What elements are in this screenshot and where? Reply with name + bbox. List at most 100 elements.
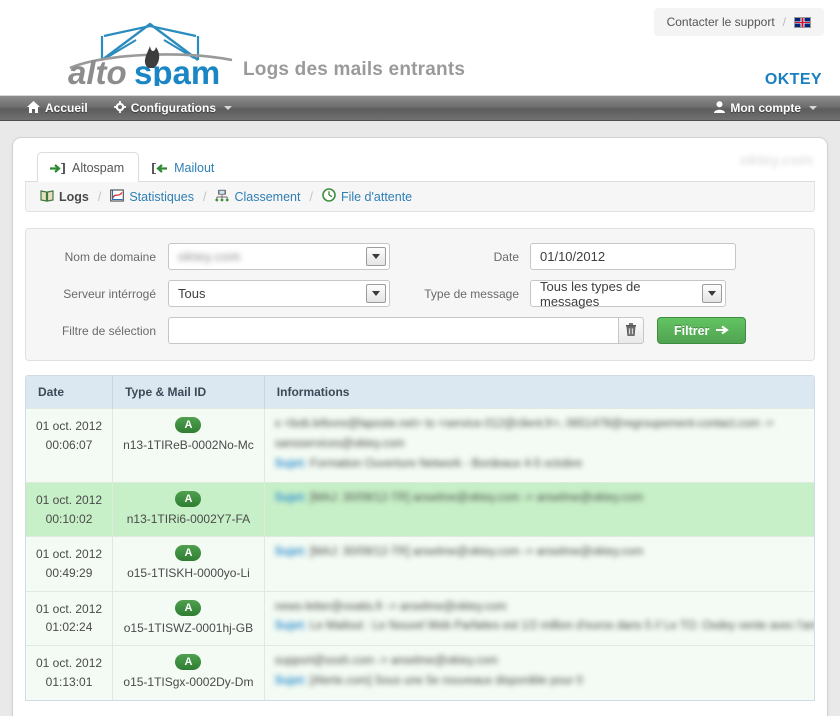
arrow-right-into-bracket-icon [50, 162, 65, 174]
date-input[interactable] [530, 243, 736, 270]
tab-label-altospam: Altospam [72, 161, 125, 175]
clock-icon [322, 188, 336, 205]
selection-filter-input[interactable] [168, 317, 618, 344]
log-date: 01 oct. 2012 [36, 547, 103, 562]
info-line: Sujet: [Alerte.com] Sous une 5e nouveaux… [274, 672, 814, 692]
nav-item-mon-compte[interactable]: Mon compte [701, 96, 830, 120]
info-line-text: [MAJ: 30/09/12-TR] anselme@oktey.com -> … [309, 546, 644, 559]
message-type-wrap: Tous les types de messages [530, 278, 726, 309]
table-row[interactable]: 01 oct. 2012 00:06:07 An13-1TIReB-0002No-M… [26, 407, 814, 483]
home-icon [27, 100, 40, 116]
column-header-informations: Informations [264, 376, 814, 409]
support-box: Contacter le support / [653, 8, 824, 36]
nav-label-accueil: Accueil [45, 101, 88, 115]
log-time: 00:10:02 [45, 511, 93, 526]
chevron-down-icon [809, 106, 817, 110]
navbar-right: Mon compte [687, 96, 830, 120]
filter-submit-button[interactable]: Filtrer [657, 317, 747, 344]
cell-date: 01 oct. 2012 00:10:02 [26, 482, 114, 537]
subnav-item-file-dattente[interactable]: File d'attente [322, 188, 412, 205]
cell-informations: x <bob.lefevre@laposte.net> to <service-… [264, 407, 814, 483]
subnav-item-statistiques[interactable]: Statistiques [110, 188, 194, 205]
message-type-value: Tous les types de messages [540, 278, 641, 309]
contact-support-link[interactable]: Contacter le support [667, 15, 775, 29]
table-row[interactable]: 01 oct. 2012 01:02:24 Ao15-1TISWZ-0001hj-G… [26, 590, 814, 646]
date-field-wrap [530, 243, 736, 270]
subnav-item-logs[interactable]: Logs [40, 189, 89, 205]
svg-text:spam: spam [134, 54, 220, 86]
info-line-text: support@sosh.com -> anselme@oktey.com [274, 655, 498, 668]
message-type-select[interactable]: Tous les types de messages [530, 278, 726, 309]
chart-icon [110, 188, 125, 205]
content-card: oktey.com Altospam Mailout Logs / Statis… [12, 137, 828, 716]
status-badge: A [175, 599, 202, 616]
mail-id: n13-1TIReB-0002No-Mc [123, 438, 254, 452]
domain-select[interactable]: oktey.com [168, 243, 390, 270]
nav-item-accueil[interactable]: Accueil [14, 96, 101, 120]
subnav-separator: / [97, 189, 102, 204]
nav-label-mon-compte: Mon compte [730, 101, 801, 115]
cell-date: 01 oct. 2012 01:13:01 [26, 645, 114, 700]
table-row[interactable]: 01 oct. 2012 00:49:29 Ao15-1TISKH-0000yo-L… [26, 536, 814, 592]
uk-flag-icon[interactable] [794, 16, 811, 28]
tab-label-mailout: Mailout [174, 161, 215, 175]
domain-select-value: oktey.com [178, 249, 241, 264]
clear-filter-button[interactable] [617, 317, 644, 344]
mail-id: o15-1TISgx-0002Dy-Dm [123, 675, 254, 690]
subnav-item-classement[interactable]: Classement [215, 189, 300, 205]
table-row[interactable]: 01 oct. 2012 00:10:02 An13-1TIRi6-0002Y7-F… [26, 482, 814, 537]
subnav-label-statistiques: Statistiques [129, 189, 194, 204]
ranking-icon [215, 189, 230, 205]
table-row[interactable]: 01 oct. 2012 01:13:01 Ao15-1TISgx-0002Dy-D… [26, 645, 814, 700]
info-line-label: Sujet: [274, 620, 310, 633]
mail-id: o15-1TISWZ-0001hj-GB [123, 620, 254, 635]
column-header-date: Date [26, 376, 114, 409]
log-time: 00:06:07 [45, 437, 93, 452]
status-badge: A [175, 545, 202, 562]
info-line-label: Sujet: [274, 674, 310, 687]
tab-mailout[interactable]: Mailout [139, 152, 229, 182]
log-time: 00:49:29 [45, 566, 93, 581]
chevron-down-icon [224, 106, 233, 110]
filter-button-label: Filtrer [674, 323, 710, 338]
cell-informations: support@sosh.com -> anselme@oktey.com Suj… [264, 645, 814, 700]
arrow-left-into-bracket-icon [152, 162, 168, 174]
info-line: x <bob.lefevre@laposte.net> to <service-… [275, 415, 814, 435]
mail-id: n13-1TIRi6-0002Y7-FA [126, 512, 251, 527]
support-separator: / [782, 15, 786, 29]
cell-informations: news-letter@oxatis.fr -> anselme@oktey.c… [264, 590, 814, 646]
label-filtre-de-selection: Filtre de sélection [61, 323, 156, 338]
cell-date: 01 oct. 2012 01:02:24 [26, 590, 114, 646]
server-select-value: Tous [178, 286, 206, 301]
info-line-label: Sujet: [274, 546, 310, 559]
info-line-text: Le Mailout : Le Nouvel Web Parfaites est… [309, 620, 814, 633]
subnav-separator: / [309, 189, 313, 204]
label-date: Date [493, 249, 519, 264]
server-select[interactable]: Tous [168, 280, 390, 307]
svg-text:alto: alto [68, 54, 127, 86]
mail-id: o15-1TISKH-0000yo-Li [127, 566, 250, 581]
cell-type-mail-id: Ao15-1TISKH-0000yo-Li [112, 536, 265, 592]
date-row: Date [390, 243, 798, 270]
page-title: Logs des mails entrants [243, 59, 466, 80]
info-line-text: sansservices@oktey.com [274, 437, 405, 450]
cell-informations: Sujet: [MAJ: 30/09/12-TR] anselme@oktey.… [264, 482, 814, 537]
nav-item-configurations[interactable]: Configurations [101, 96, 245, 120]
logs-table-wrapper: Date Type & Mail ID Informations 01 oct.… [25, 375, 815, 701]
cell-date: 01 oct. 2012 00:49:29 [26, 536, 114, 592]
label-nom-de-domaine: Nom de domaine [64, 249, 156, 264]
table-header-row: Date Type & Mail ID Informations [26, 376, 814, 409]
column-header-type-mail-id: Type & Mail ID [112, 376, 265, 409]
info-line: support@sosh.com -> anselme@oktey.com [274, 652, 814, 672]
book-icon [40, 189, 54, 205]
subnav-label-file-dattente: File d'attente [340, 189, 413, 204]
sub-navigation: Logs / Statistiques / Classement / File … [25, 182, 815, 212]
page-header: Contacter le support / alto spam Logs de… [0, 0, 840, 96]
info-line-text: [Alerte.com] Sous une 5e nouveaux dispon… [309, 674, 583, 687]
log-date: 01 oct. 2012 [36, 656, 103, 671]
main-navbar: Accueil Configurations Mon compte [0, 96, 840, 121]
status-badge: A [175, 491, 202, 508]
tab-altospam[interactable]: Altospam [37, 152, 140, 182]
info-line: Sujet: Formation Ouverture Network - Bor… [275, 455, 814, 475]
logs-table: Date Type & Mail ID Informations 01 oct.… [26, 376, 814, 700]
